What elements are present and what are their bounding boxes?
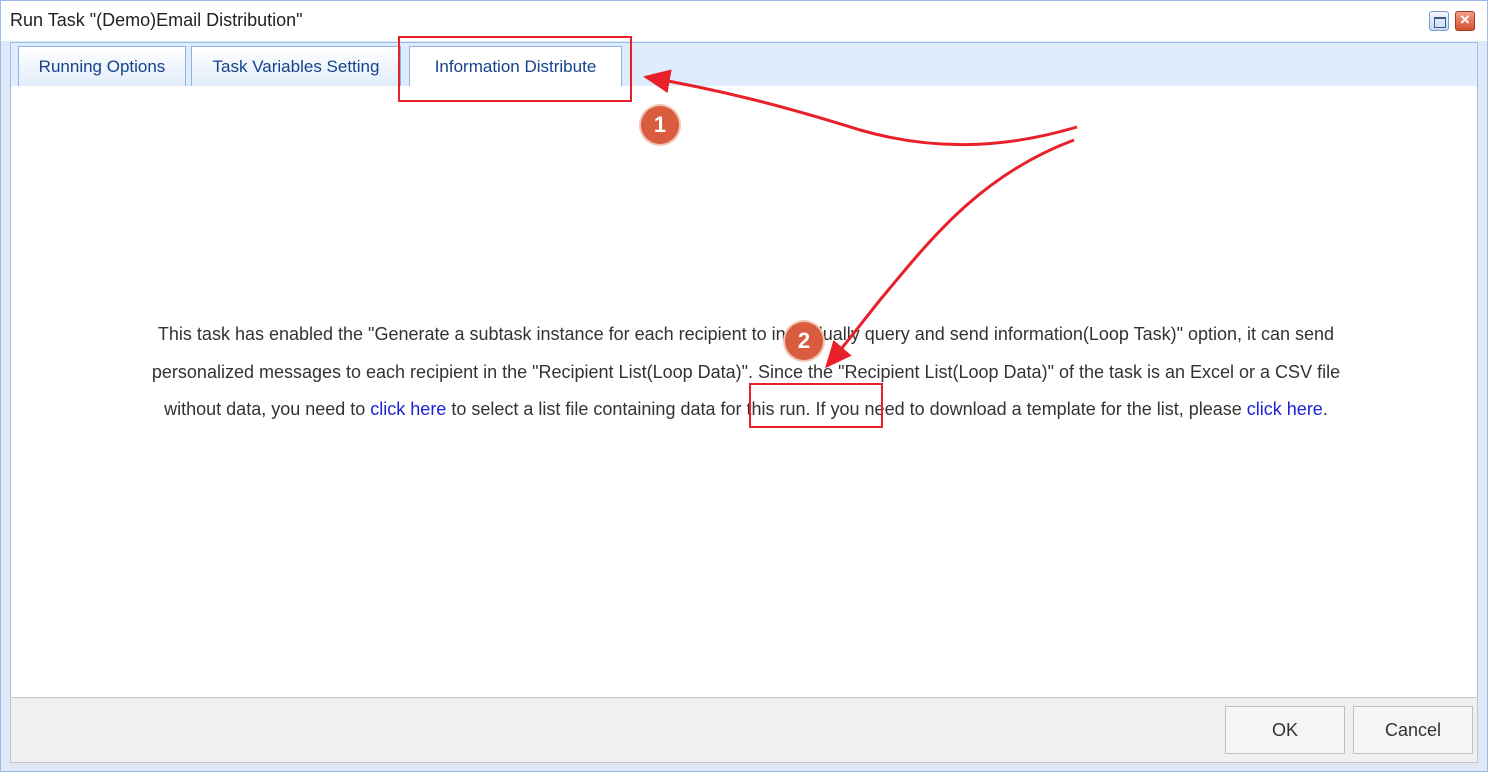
step-badge-2: 2 [785,322,823,360]
tab-content-panel: This task has enabled the "Generate a su… [10,86,1478,697]
step-badge-1: 1 [641,106,679,144]
window-title: Run Task "(Demo)Email Distribution" [10,10,303,30]
tab-running-options[interactable]: Running Options [18,46,186,87]
close-icon[interactable]: × [1455,10,1475,31]
message-text: . [1322,399,1328,419]
info-message: This task has enabled the "Generate a su… [151,316,1341,429]
ok-button[interactable]: OK [1225,706,1345,754]
maximize-icon[interactable] [1429,11,1449,31]
run-task-dialog: Run Task "(Demo)Email Distribution" × Ru… [0,0,1488,772]
download-template-link[interactable]: click here [1247,399,1323,419]
dialog-footer: OK Cancel [10,697,1478,763]
message-text: to select a list file containing data fo… [446,399,1247,419]
tab-information-distribute[interactable]: Information Distribute [409,46,622,88]
cancel-button[interactable]: Cancel [1353,706,1473,754]
select-list-file-link[interactable]: click here [370,399,446,419]
tab-task-variables-setting[interactable]: Task Variables Setting [191,46,401,87]
title-bar[interactable]: Run Task "(Demo)Email Distribution" × [1,1,1487,41]
tab-strip: Running Options Task Variables Setting I… [10,42,1478,88]
